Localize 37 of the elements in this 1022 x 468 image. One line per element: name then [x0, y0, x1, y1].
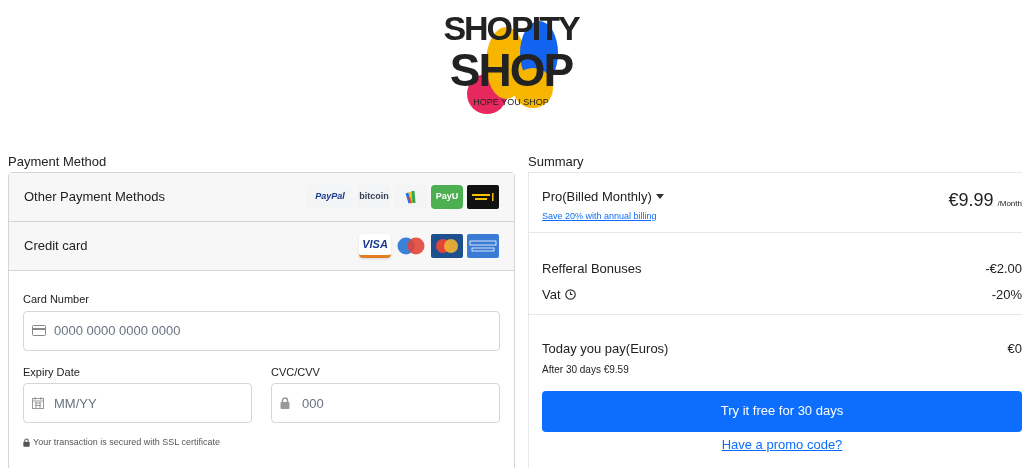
field-label: CVC/CVV — [271, 364, 321, 380]
payment-method-row[interactable]: Other Payment Methods PayPal bitcoin PayU — [9, 173, 514, 222]
mastercard-logo — [431, 234, 463, 258]
caret-icon — [655, 194, 664, 200]
secure-note: Your transaction is secured with SSL certificate — [33, 436, 220, 449]
payu-logo: PayU — [431, 185, 463, 209]
summary-value: -€2.00 — [985, 260, 1022, 278]
summary-label: Refferal Bonuses — [542, 260, 642, 278]
card-number-field[interactable]: 0000 0000 0000 0000 — [23, 310, 500, 351]
bitcoin-logo: bitcoin — [357, 185, 391, 209]
expiry-date-field[interactable]: MM/YY — [23, 383, 252, 423]
clock-icon — [564, 288, 576, 300]
credit-card-icon — [32, 324, 46, 336]
summary-label: Vat — [542, 285, 561, 304]
plan-dropdown[interactable]: Pro(Billed Monthly) — [542, 187, 664, 207]
amex-logo — [467, 234, 499, 258]
field-label: Card Number — [23, 292, 91, 307]
western-union-logo — [467, 185, 499, 209]
cvc-field[interactable]: 000 — [271, 383, 500, 423]
payment-method-row[interactable]: Credit card VISA — [9, 222, 514, 271]
lock-icon — [280, 397, 290, 409]
price: €9.99 — [948, 189, 994, 212]
free-trial-button[interactable]: Try it free for 30 days — [542, 390, 1022, 432]
today-value: €0 — [1007, 340, 1022, 358]
section-heading: Payment Method — [8, 153, 108, 171]
promo-code-link[interactable]: Have a promo code? — [721, 434, 843, 454]
price-period: /Month — [997, 198, 1022, 210]
visa-logo: VISA — [359, 234, 391, 258]
field-label: Expiry Date — [23, 364, 81, 380]
summary-value: -20% — [991, 285, 1022, 304]
paypal-logo: PayPal — [307, 185, 353, 209]
lock-icon — [23, 438, 30, 448]
section-heading: Summary — [528, 153, 585, 171]
after-trial-note: After 30 days €9.59 — [542, 362, 630, 377]
calendar-icon — [32, 397, 44, 409]
annual-billing-link[interactable]: Save 20% with annual billing — [542, 209, 664, 223]
today-label: Today you pay(Euros) — [542, 340, 669, 358]
